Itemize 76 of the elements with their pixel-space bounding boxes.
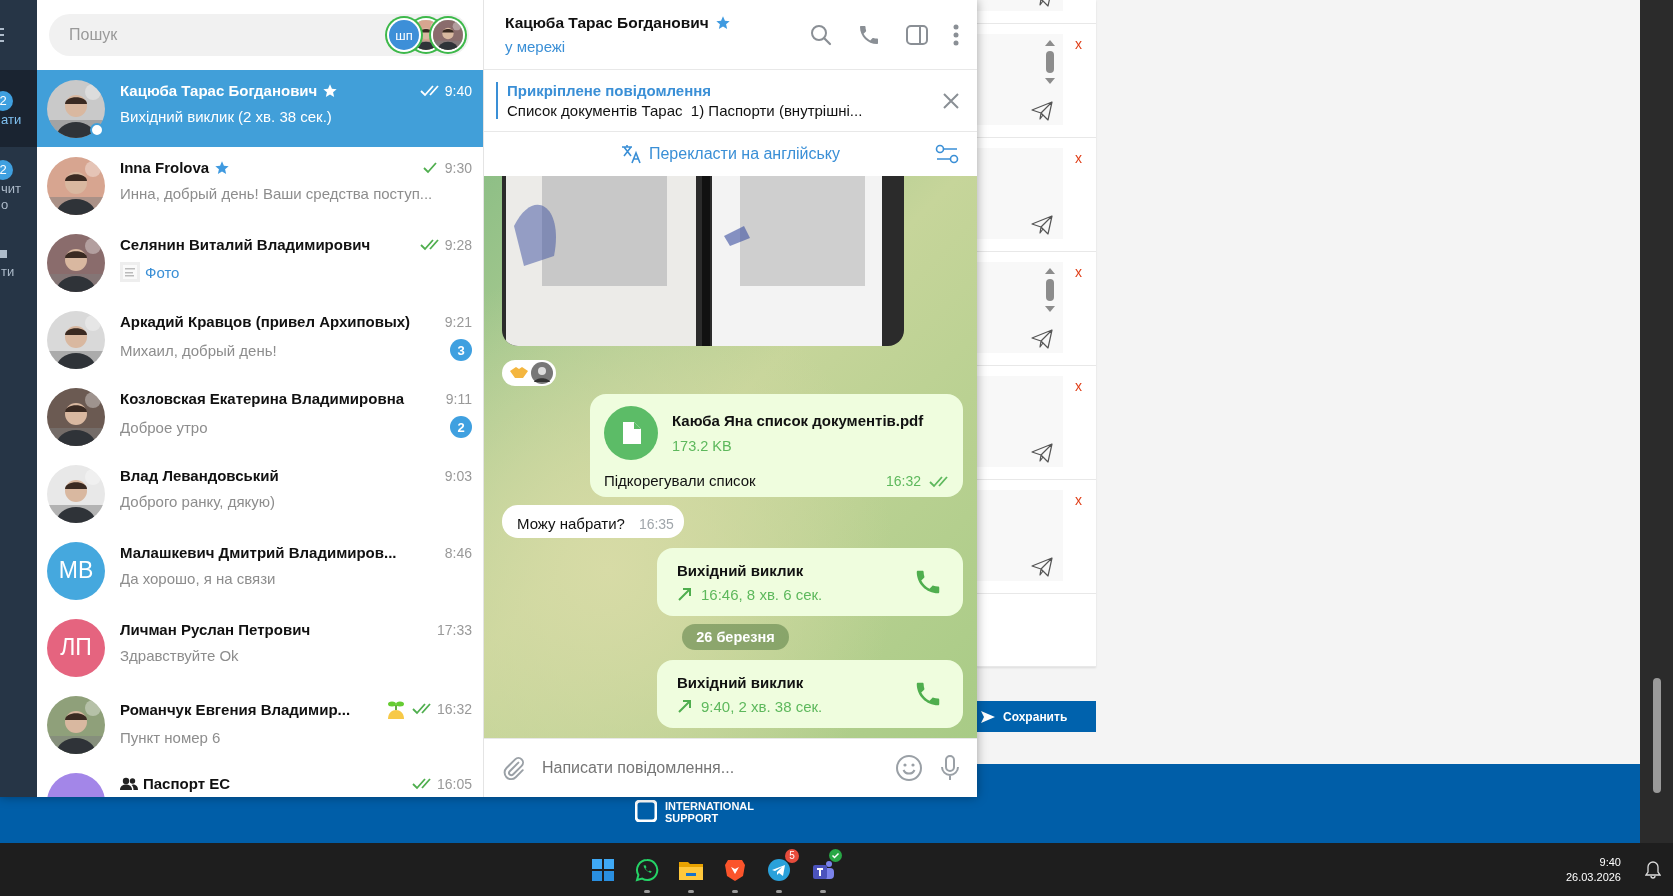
logo-text: INTERNATIONAL (665, 800, 754, 812)
message-time: 9:28 (444, 236, 472, 253)
tab-label: ти (1, 263, 15, 279)
message-time: 9:03 (444, 467, 472, 484)
delete-link[interactable]: x (1075, 264, 1082, 280)
message-time: 16:32 (885, 473, 921, 489)
date-label: 26 березня (682, 624, 789, 650)
message-preview: Вихідний виклик (2 хв. 38 сек.) (120, 108, 332, 125)
message-preview: Михаил, добрый день! (120, 341, 277, 359)
tab-label: о (1, 196, 9, 212)
file-name: Каюба Яна список документів.pdf (672, 412, 924, 429)
message-time: 16:35 (638, 516, 674, 532)
avatar: МВ (47, 541, 105, 600)
message-preview: Фото (145, 263, 180, 281)
pinned-message[interactable]: Прикріплене повідомлення Список документів Тарас 1) Паспорти (внутрішні... (496, 82, 943, 119)
unread-badge: 3 (450, 339, 472, 361)
delete-link[interactable]: x (1075, 36, 1082, 52)
call-bubble[interactable]: Вихідний виклик 9:40, 2 хв. 38 сек. (657, 660, 963, 728)
message-bubble[interactable]: Можу набрати? 16:35 (502, 505, 684, 538)
message-time: 9:11 (445, 390, 472, 407)
pinned-label: Прикріплене повідомлення (507, 82, 713, 99)
delete-link[interactable]: x (1075, 492, 1082, 508)
contact-name: Селянин Виталий Владимирович (120, 236, 371, 253)
taskbar-button[interactable]: 5 (762, 843, 796, 896)
call-details: 16:46, 8 хв. 6 сек. (701, 585, 823, 603)
notification-badge: 5 (785, 849, 799, 863)
tab-label: чит (1, 180, 21, 196)
call-details: 9:40, 2 хв. 38 сек. (701, 697, 823, 715)
message-preview: Доброго ранку, дякую) (120, 493, 275, 510)
message-time: 16:05 (436, 775, 472, 792)
avatar: ЛП (47, 618, 105, 677)
message-text: Можу набрати? (517, 515, 625, 532)
message-time: 9:21 (444, 313, 472, 330)
call-bubble[interactable]: Вихідний виклик 16:46, 8 хв. 6 сек. (657, 548, 963, 616)
save-button[interactable]: Сохранить (977, 701, 1096, 732)
folder-tab[interactable]: ти (0, 224, 37, 301)
message-input[interactable]: Написати повідомлення... (542, 759, 879, 777)
call-title: Вихідний виклик (677, 673, 805, 691)
clock-time[interactable]: 9:40 (1599, 854, 1621, 870)
contact-name: Аркадий Кравцов (привел Архиповых) (120, 313, 411, 330)
message-preview: Здравствуйте Ok (120, 647, 239, 664)
message-preview: Доброе утро (120, 418, 208, 436)
message-time: 9:30 (444, 159, 472, 176)
message-bubble[interactable]: Каюба Яна список документів.pdf 173.2 KB Підкорегували список 16:32 (590, 394, 963, 497)
logo-text: SUPPORT (665, 812, 720, 824)
message-time: 17:33 (436, 621, 472, 638)
translate-button[interactable]: Перекласти на англійську (614, 143, 847, 165)
chat-title: Кацюба Тарас Богданович (505, 14, 709, 32)
delete-link[interactable]: x (1075, 378, 1082, 394)
unread-badge: 2 (0, 90, 13, 111)
contact-name: Романчук Евгения Владимир... (120, 700, 351, 718)
file-size: 173.2 KB (672, 438, 733, 454)
contact-name: Козловская Екатерина Владимировна (120, 390, 405, 407)
message-preview: Да хорошо, я на связи (120, 570, 276, 587)
call-title: Вихідний виклик (677, 561, 805, 579)
message-time: 8:46 (444, 544, 472, 561)
folder-tab[interactable]: 2 ати (0, 70, 37, 147)
message-text: Підкорегували список (604, 472, 757, 489)
unread-badge: 2 (0, 159, 13, 180)
contact-name: Малашкевич Дмитрий Владимиров... (120, 544, 397, 561)
contact-name: Inna Frolova (120, 159, 210, 176)
contact-name: Паспорт ЕС (143, 775, 230, 792)
unread-badge: 2 (450, 416, 472, 438)
folder-tab[interactable]: 2 чит о (0, 147, 37, 224)
pinned-text: Список документів Тарас 1) Паспорти (внутрішні... (507, 102, 864, 119)
message-time: 9:40 (444, 82, 472, 99)
contact-name: Кацюба Тарас Богданович (120, 82, 318, 99)
message-preview: Инна, добрый день! Ваши средства поступ... (120, 185, 433, 202)
contact-name: Личман Руслан Петрович (120, 621, 311, 638)
message-preview: Пункт номер 6 (120, 729, 221, 746)
message-time: 16:32 (436, 701, 472, 717)
tab-label: ати (1, 111, 22, 127)
clock-date[interactable]: 26.03.2026 (1565, 869, 1621, 885)
contact-name: Влад Левандовський (120, 467, 279, 484)
delete-link[interactable]: x (1075, 150, 1082, 166)
chat-status: у мережі (505, 38, 567, 55)
